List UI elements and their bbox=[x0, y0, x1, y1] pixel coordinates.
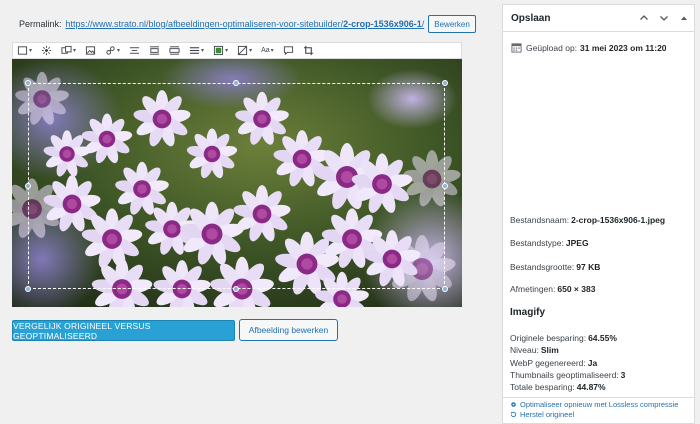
edit-permalink-button[interactable]: Bewerken bbox=[428, 15, 476, 33]
webp-label: WebP gegenereerd: bbox=[510, 358, 586, 368]
panel-header: Opslaan bbox=[503, 5, 694, 32]
compare-original-button[interactable]: VERGELIJK ORIGINEEL VERSUS GEOPTIMALISEE… bbox=[12, 320, 235, 341]
file-name-value: 2-crop-1536x906-1.jpeg bbox=[571, 215, 666, 225]
align-justify-icon[interactable]: ▾ bbox=[189, 44, 204, 57]
file-type-row: Bestandstype: JPEG bbox=[510, 238, 589, 248]
gear-icon bbox=[511, 402, 516, 407]
crop-handle-top[interactable] bbox=[233, 80, 239, 86]
file-name-label: Bestandsnaam: bbox=[510, 215, 570, 225]
permalink-row: Permalink: https://www.strato.nl/blog/af… bbox=[19, 14, 476, 34]
level-row: Niveau: Slim bbox=[510, 345, 559, 355]
file-size-value: 97 KB bbox=[576, 262, 601, 272]
image-preview[interactable] bbox=[12, 59, 462, 307]
reoptimize-link[interactable]: Optimaliseer opnieuw met Lossless compre… bbox=[510, 400, 678, 409]
original-saving-label: Originele besparing: bbox=[510, 333, 587, 343]
edit-image-button[interactable]: Afbeelding bewerken bbox=[239, 319, 338, 341]
reoptimize-link-label: Optimaliseer opnieuw met Lossless compre… bbox=[520, 400, 679, 409]
upload-date-value: 31 mei 2023 om 11:20 bbox=[580, 42, 667, 53]
permalink-link[interactable]: https://www.strato.nl/blog/afbeeldingen-… bbox=[66, 19, 425, 29]
chevron-up-icon[interactable] bbox=[634, 13, 654, 23]
thumbnails-value: 3 bbox=[620, 370, 626, 380]
file-size-label: Bestandsgrootte: bbox=[510, 262, 575, 272]
total-saving-label: Totale besparing: bbox=[510, 382, 575, 392]
panel-title: Opslaan bbox=[511, 12, 551, 24]
total-saving-row: Totale besparing: 44.87% bbox=[510, 382, 606, 392]
text-format-icon[interactable]: Aa ▾ bbox=[261, 44, 274, 57]
align-center-icon[interactable] bbox=[129, 44, 140, 57]
permalink-url-suffix: / bbox=[421, 19, 425, 29]
crop-handle-top-right[interactable] bbox=[442, 80, 448, 86]
chevron-down-icon[interactable] bbox=[654, 13, 674, 23]
level-value: Slim bbox=[540, 345, 559, 355]
upload-date-label: Geüpload op: bbox=[526, 42, 578, 53]
thumbnails-label: Thumbnails geoptimaliseerd: bbox=[510, 370, 619, 380]
full-width-icon[interactable] bbox=[169, 44, 180, 57]
permalink-url-prefix: https://www.strato.nl/blog/afbeeldingen-… bbox=[65, 19, 344, 29]
level-label: Niveau: bbox=[510, 345, 539, 355]
file-size-row: Bestandsgrootte: 97 KB bbox=[510, 262, 600, 272]
media-icon[interactable] bbox=[85, 44, 96, 57]
file-type-value: JPEG bbox=[565, 238, 589, 248]
comment-icon[interactable] bbox=[283, 44, 294, 57]
dimensions-value: 650 × 383 bbox=[557, 284, 596, 294]
dimensions-label: Afmetingen: bbox=[510, 284, 556, 294]
crop-handle-top-left[interactable] bbox=[25, 80, 31, 86]
total-saving-value: 44.87% bbox=[576, 382, 606, 392]
crop-handle-bottom-right[interactable] bbox=[442, 286, 448, 292]
crop-handle-bottom-left[interactable] bbox=[25, 286, 31, 292]
crop-handle-bottom[interactable] bbox=[233, 286, 239, 292]
text-format-label: Aa bbox=[261, 47, 270, 54]
editor-main: Permalink: https://www.strato.nl/blog/af… bbox=[0, 0, 476, 424]
original-saving-value: 64.55% bbox=[588, 333, 617, 343]
webp-row: WebP gegenereerd: Ja bbox=[510, 358, 597, 368]
crop-selection[interactable] bbox=[28, 83, 445, 289]
highlight-icon[interactable]: ▾ bbox=[237, 44, 252, 57]
thumbnails-row: Thumbnails geoptimaliseerd: 3 bbox=[510, 370, 625, 380]
save-panel: Opslaan Geüpload op: 31 mei 2023 om 11:2… bbox=[502, 4, 695, 424]
link-icon[interactable]: ▾ bbox=[105, 44, 120, 57]
permalink-url-slug: 2-crop-1536x906-1 bbox=[343, 19, 422, 29]
calendar-icon bbox=[511, 43, 522, 53]
block-toolbar: ▾ ▾ ▾ ▾ ▾ ▾ Aa ▾ bbox=[12, 42, 462, 59]
restore-original-label: Herstel origineel bbox=[520, 410, 575, 419]
imagify-title: Imagify bbox=[510, 307, 546, 318]
caret-up-icon[interactable] bbox=[674, 13, 694, 23]
webp-value: Ja bbox=[587, 358, 598, 368]
crop-handle-left[interactable] bbox=[25, 183, 31, 189]
restore-icon bbox=[510, 411, 517, 418]
align-icon[interactable]: ▾ bbox=[17, 44, 32, 57]
permalink-label: Permalink: bbox=[19, 19, 62, 29]
crop-handle-right[interactable] bbox=[442, 183, 448, 189]
file-type-label: Bestandstype: bbox=[510, 238, 564, 248]
wide-width-icon[interactable] bbox=[149, 44, 160, 57]
upload-date-row: Geüpload op: 31 mei 2023 om 11:20 bbox=[511, 42, 667, 53]
crop-icon[interactable] bbox=[303, 44, 314, 57]
color-icon[interactable]: ▾ bbox=[213, 44, 228, 57]
panel-divider bbox=[503, 397, 694, 398]
dimensions-row: Afmetingen: 650 × 383 bbox=[510, 284, 595, 294]
original-saving-row: Originele besparing: 64.55% bbox=[510, 333, 617, 343]
filter-icon[interactable] bbox=[41, 44, 52, 57]
duplicate-icon[interactable]: ▾ bbox=[61, 44, 76, 57]
restore-original-link[interactable]: Herstel origineel bbox=[510, 410, 574, 419]
file-name-row: Bestandsnaam: 2-crop-1536x906-1.jpeg bbox=[510, 215, 665, 225]
